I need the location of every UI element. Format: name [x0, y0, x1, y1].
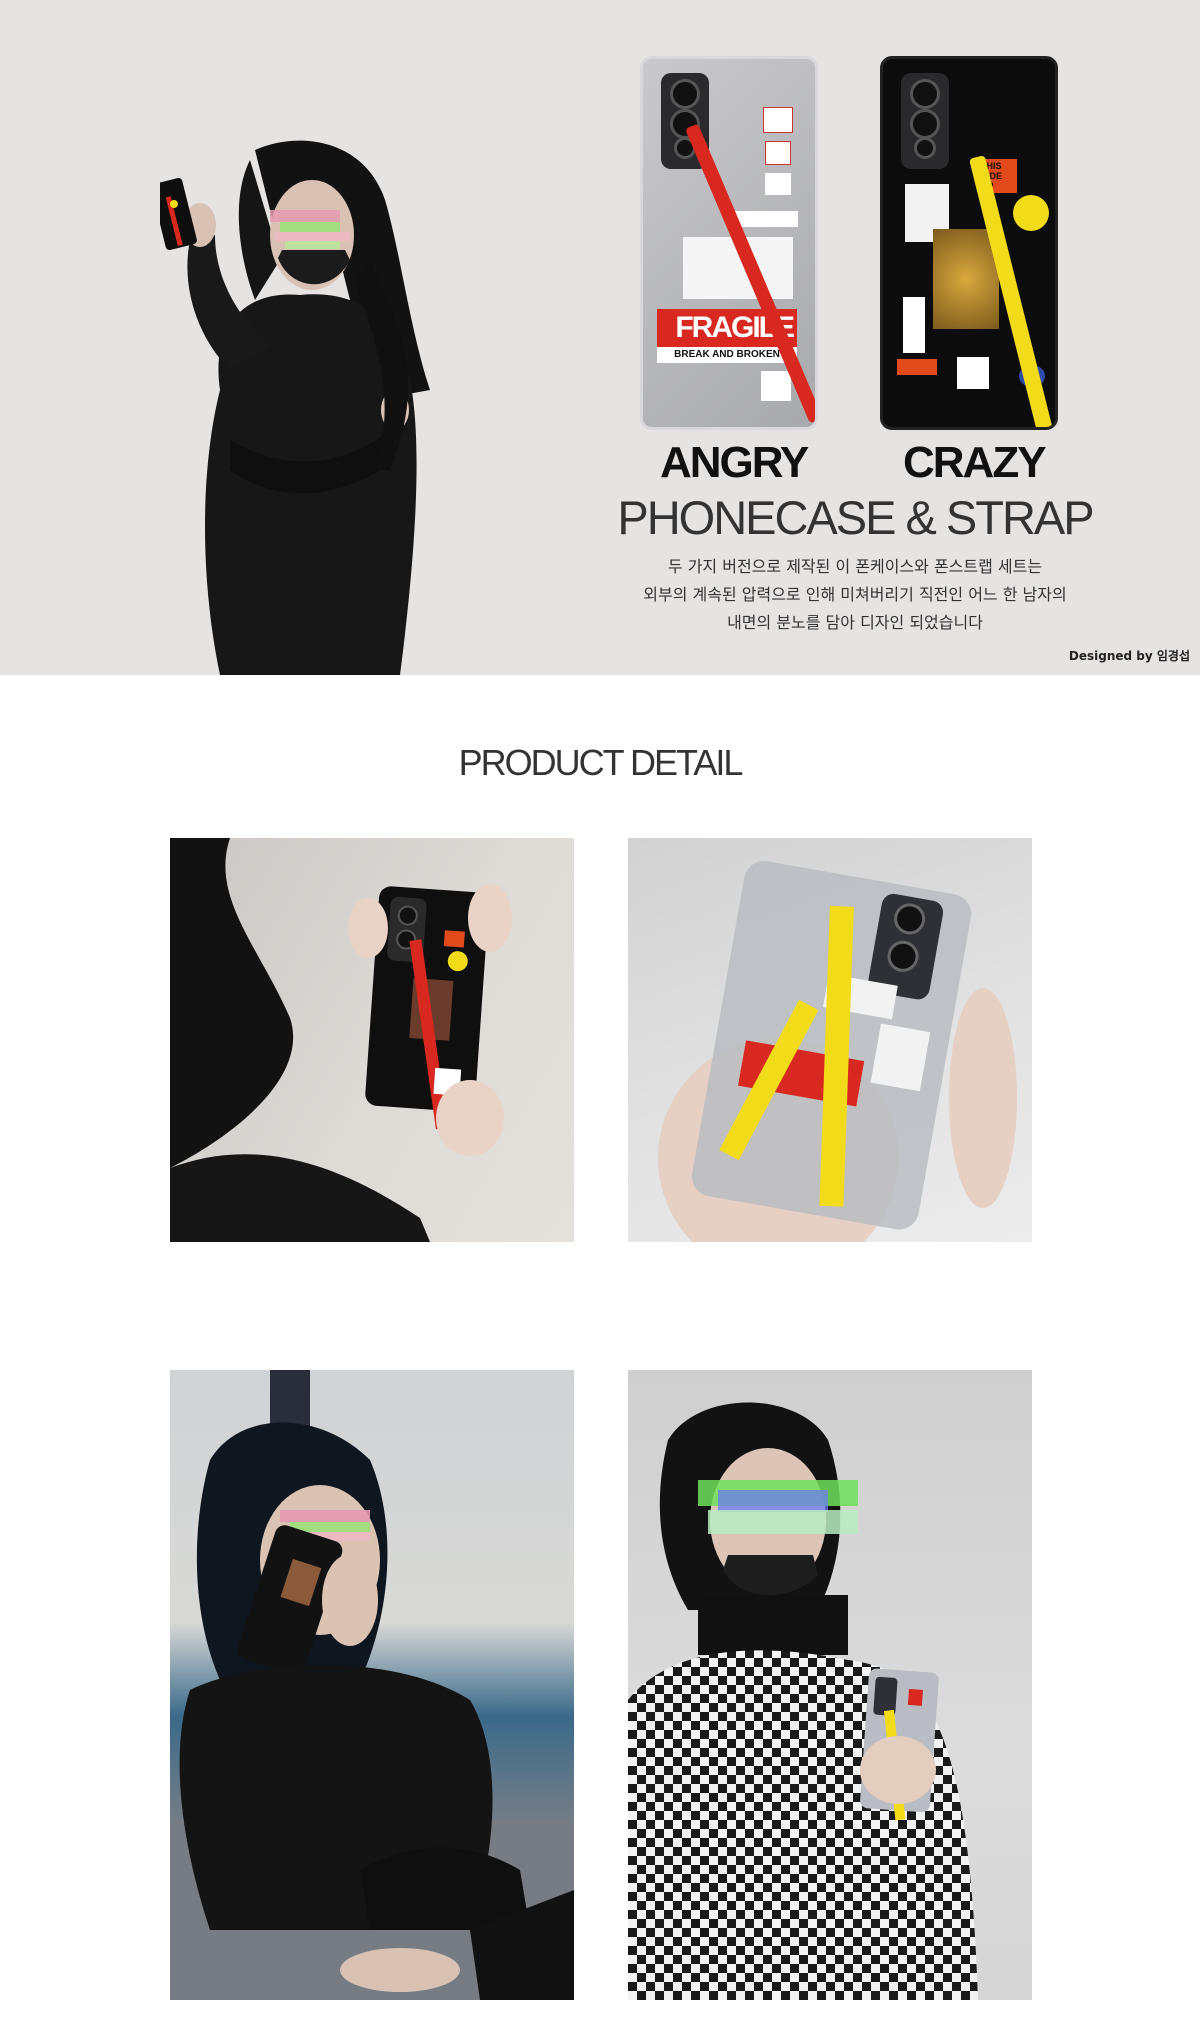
designer-credit: Designed by 임경섭 — [1068, 649, 1190, 663]
crazy-phone-case: THIS SIDE UP — [880, 56, 1058, 430]
gold-statue-sticker — [933, 229, 999, 329]
phone-cases-group: FRAGILE BREAK AND BROKEN THIS SIDE UP — [640, 56, 1060, 441]
hero-banner: FRAGILE BREAK AND BROKEN THIS SIDE UP AN… — [0, 0, 1200, 675]
detail-photo-checkered-jacket — [628, 1370, 1032, 2000]
camera-module — [901, 73, 949, 169]
smiley-sticker — [1013, 195, 1049, 231]
break-broken-label: BREAK AND BROKEN — [657, 347, 797, 363]
description-line: 외부의 계속된 압력으로 인해 미쳐버리기 직전인 어느 한 남자의 — [643, 585, 1067, 604]
angry-phone-case: FRAGILE BREAK AND BROKEN — [640, 56, 818, 430]
model-holding-phone-image — [160, 140, 430, 675]
detail-photo-clear-case — [628, 838, 1032, 1242]
description-line: 내면의 분노를 담아 디자인 되었습니다 — [727, 613, 983, 632]
qr-code-sticker — [761, 371, 791, 401]
qr-code-sticker — [957, 357, 989, 389]
description-line: 두 가지 버전으로 제작된 이 폰케이스와 폰스트랩 세트는 — [667, 557, 1043, 576]
model-names: ANGRY CRAZY — [640, 438, 1070, 488]
detail-photo-call-pose — [170, 1370, 574, 2000]
model-name-crazy: CRAZY — [903, 438, 1047, 487]
sticker — [765, 173, 791, 195]
sticker — [765, 141, 791, 165]
sticker — [763, 107, 793, 133]
barcode-sticker — [897, 359, 937, 375]
hero-title: PHONECASE & STRAP — [617, 491, 1094, 544]
hero-description: 두 가지 버전으로 제작된 이 폰케이스와 폰스트랩 세트는 외부의 계속된 압… — [570, 553, 1140, 637]
product-detail-title: PRODUCT DETAIL — [458, 742, 744, 783]
model-name-angry: ANGRY — [660, 438, 809, 487]
caution-sticker — [903, 297, 925, 353]
detail-photo-black-case — [170, 838, 574, 1242]
